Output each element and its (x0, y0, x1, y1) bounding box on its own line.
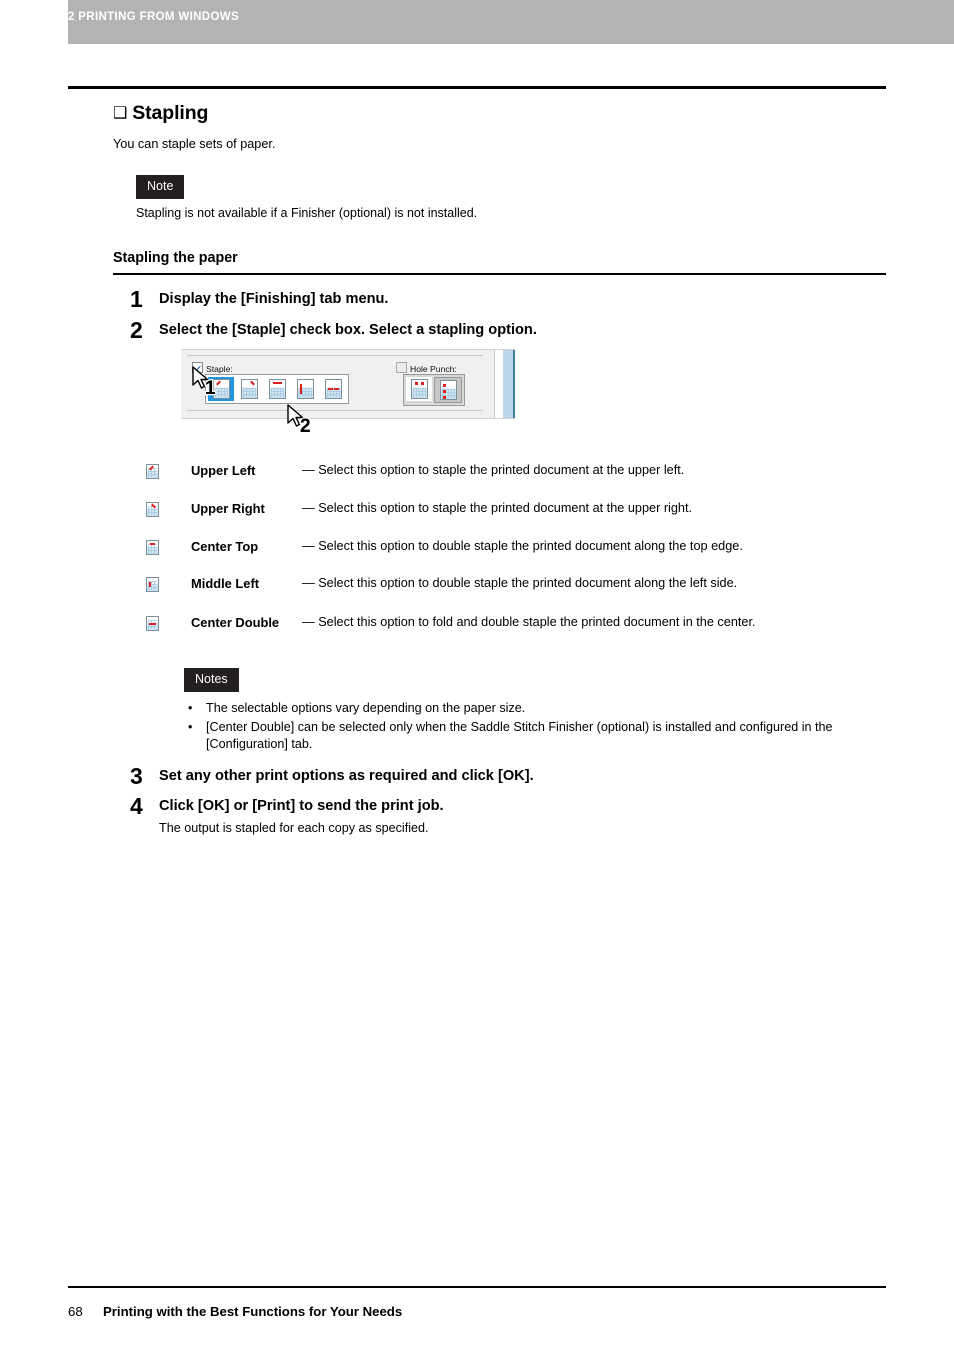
option-description: — Select this option to fold and double … (302, 615, 756, 629)
staple-center-top-button[interactable] (264, 377, 290, 401)
option-name: Middle Left (191, 576, 260, 591)
footer-title: Printing with the Best Functions for You… (103, 1304, 403, 1319)
step-number: 3 (130, 763, 143, 789)
option-icon (146, 577, 159, 592)
note-text: Stapling is not available if a Finisher … (136, 206, 478, 220)
section-box-icon: ❑ (113, 105, 128, 122)
step-title: Display the [Finishing] tab menu. (159, 291, 389, 307)
step-number: 1 (130, 286, 143, 312)
note-badge: Note (136, 175, 185, 199)
option-description: — Select this option to staple the print… (302, 463, 685, 477)
option-description: — Select this option to double staple th… (302, 576, 738, 590)
note-item: [Center Double] can be selected only whe… (184, 719, 894, 754)
option-description: — Select this option to double staple th… (302, 539, 743, 553)
step-subtext: The output is stapled for each copy as s… (159, 821, 429, 835)
step-title: Set any other print options as required … (159, 768, 534, 784)
notes-list: The selectable options vary depending on… (184, 700, 894, 755)
note-item: The selectable options vary depending on… (184, 700, 894, 718)
option-icon (146, 616, 159, 631)
finishing-tab-screenshot: Staple: Hole Punch: (181, 349, 515, 419)
staple-center-top-icon (268, 379, 286, 399)
staple-center-double-icon (324, 379, 342, 399)
staple-center-top-icon (146, 540, 159, 555)
staple-center-double-button[interactable] (320, 377, 346, 401)
page-number: 68 (68, 1304, 83, 1319)
option-name: Center Double (191, 615, 280, 630)
dialog-scrollbar-thumb[interactable] (503, 350, 515, 418)
footer-rule (68, 1286, 886, 1288)
step-title: Click [OK] or [Print] to send the print … (159, 798, 444, 814)
intro-text: You can staple sets of paper. (113, 137, 276, 151)
staple-upper-right-icon (240, 379, 258, 399)
page-title-text: Stapling (132, 102, 209, 124)
hole-punch-checkbox-row[interactable]: Hole Punch: (396, 362, 457, 374)
hole-punch-checkbox[interactable] (396, 362, 407, 373)
hole-punch-left-icon (439, 380, 457, 400)
option-icon (146, 502, 159, 517)
callout-number-1-fg: 1 (205, 378, 216, 399)
subheading-rule (113, 273, 886, 275)
hole-punch-option-buttons[interactable] (403, 374, 465, 406)
staple-option-buttons[interactable] (205, 374, 349, 404)
hole-punch-left-button[interactable] (434, 377, 462, 403)
hole-punch-top-icon (410, 379, 428, 399)
header-rule (68, 86, 886, 89)
dialog-divider-top (187, 355, 483, 356)
page-title: ❑ Stapling (113, 102, 208, 125)
hole-punch-top-button[interactable] (406, 377, 432, 401)
hole-punch-label: Hole Punch: (410, 364, 457, 374)
option-name: Center Top (191, 539, 259, 554)
option-icon (146, 464, 159, 479)
step-number: 4 (130, 793, 143, 819)
chapter-label: 2 PRINTING FROM WINDOWS (68, 11, 239, 23)
notes-badge: Notes (184, 668, 239, 692)
callout-number-2-fg: 2 (300, 416, 311, 437)
step-number: 2 (130, 317, 143, 343)
staple-middle-left-icon (296, 379, 314, 399)
option-name: Upper Right (191, 501, 265, 516)
subheading: Stapling the paper (113, 250, 238, 266)
dialog-divider-bottom (187, 410, 483, 411)
step-title: Select the [Staple] check box. Select a … (159, 322, 537, 338)
option-description: — Select this option to staple the print… (302, 501, 693, 515)
staple-middle-left-icon (146, 577, 159, 592)
option-name: Upper Left (191, 463, 256, 478)
staple-middle-left-button[interactable] (292, 377, 318, 401)
staple-center-double-icon (146, 616, 159, 631)
staple-upper-left-icon (146, 464, 159, 479)
staple-upper-right-button[interactable] (236, 377, 262, 401)
option-icon (146, 540, 159, 555)
staple-upper-right-icon (146, 502, 159, 517)
